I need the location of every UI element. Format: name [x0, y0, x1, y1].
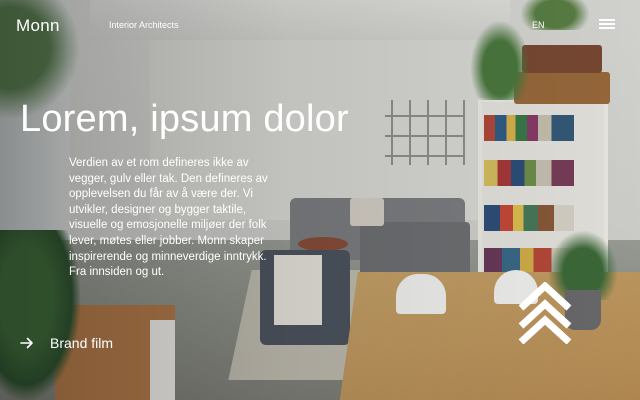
- hamburger-menu-icon[interactable]: [599, 17, 617, 31]
- site-logo[interactable]: Monn: [16, 16, 60, 36]
- arrow-right-icon: [20, 337, 33, 349]
- double-chevron-up-icon[interactable]: [518, 282, 572, 344]
- brand-film-label: Brand film: [50, 335, 114, 351]
- language-switcher[interactable]: EN: [532, 20, 545, 30]
- hero-title: Lorem, ipsum dolor: [20, 98, 349, 140]
- site-tagline: Interior Architects: [109, 20, 179, 30]
- hero-description: Verdien av et rom defineres ikke av vegg…: [69, 157, 268, 279]
- brand-film-link[interactable]: Brand film: [20, 335, 113, 351]
